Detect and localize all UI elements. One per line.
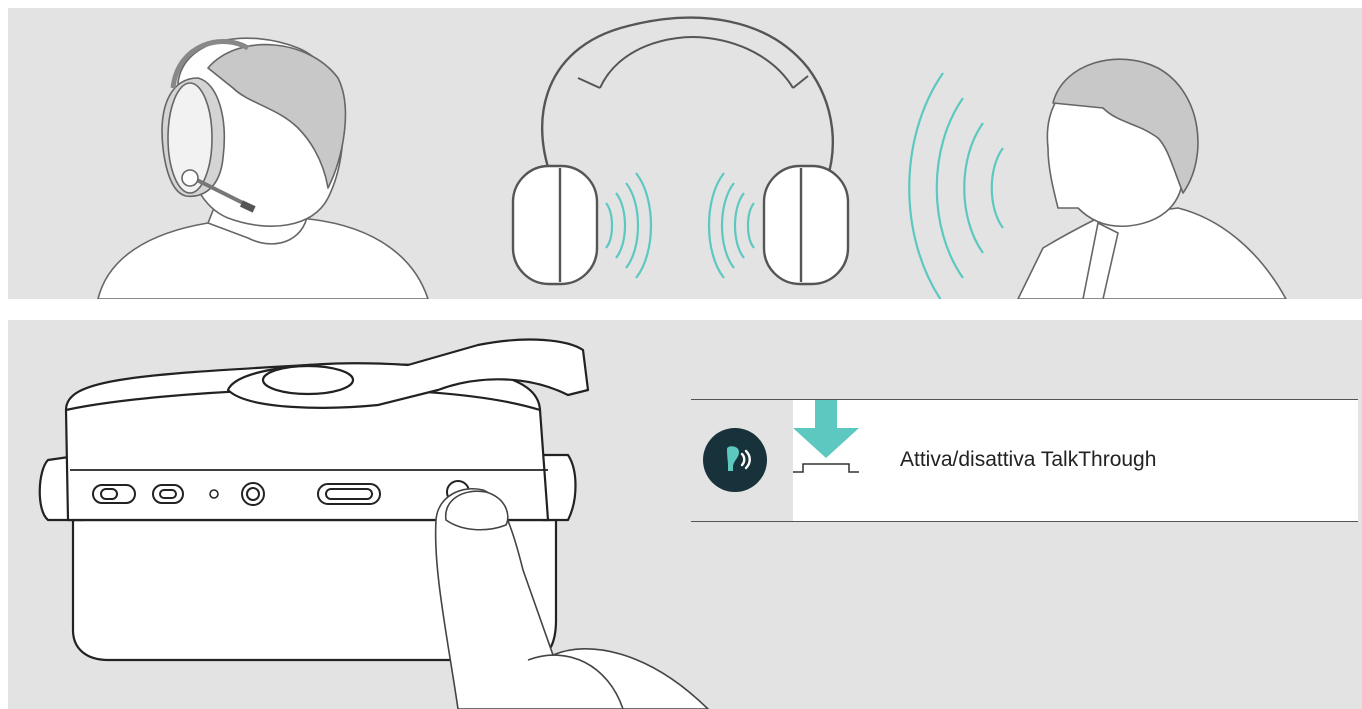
instruction-row: Attiva/disattiva TalkThrough xyxy=(691,399,1358,522)
action-label: Attiva/disattiva TalkThrough xyxy=(900,448,1157,471)
talking-person xyxy=(908,58,1287,299)
device-operation-panel: Attiva/disattiva TalkThrough xyxy=(8,320,1362,709)
pressing-finger xyxy=(434,488,710,709)
instruction-content: Attiva/disattiva TalkThrough xyxy=(793,400,1358,521)
led-indicator xyxy=(209,489,219,499)
user-wearing-headset xyxy=(97,37,429,299)
talkthrough-concept-illustration xyxy=(8,8,1362,299)
press-button-arrow-icon xyxy=(793,400,859,473)
talkthrough-icon xyxy=(703,428,767,492)
headset-with-waves xyxy=(511,16,850,286)
icon-cell xyxy=(691,400,793,521)
concept-drawing xyxy=(97,16,1287,299)
